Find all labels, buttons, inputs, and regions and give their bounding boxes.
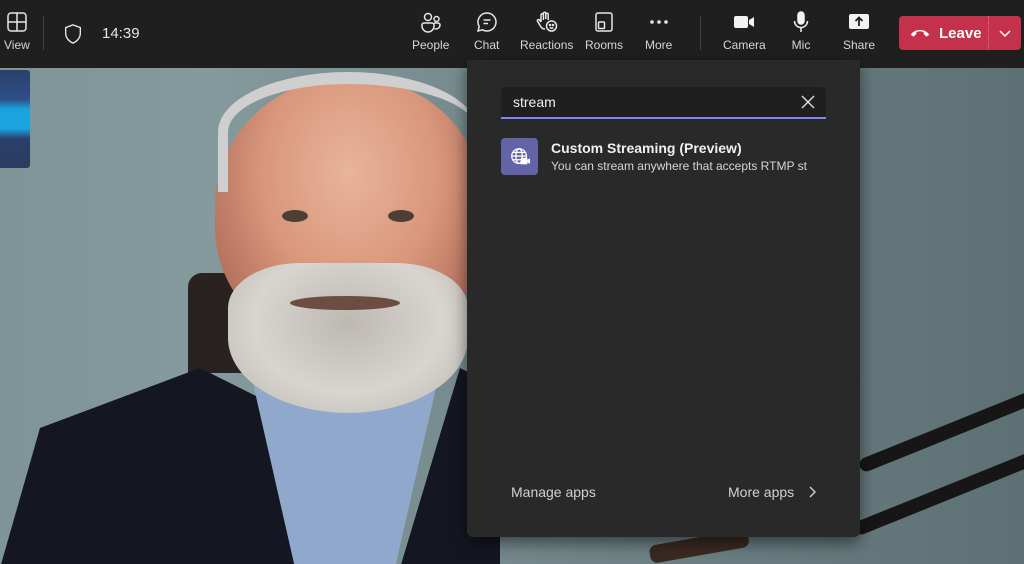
hair xyxy=(218,72,478,192)
view-button[interactable]: View xyxy=(4,10,30,52)
divider xyxy=(700,16,701,50)
wall-poster xyxy=(0,70,30,168)
eye xyxy=(388,210,414,222)
more-apps-label: More apps xyxy=(728,484,795,500)
more-icon xyxy=(649,20,668,24)
more-apps-link[interactable]: More apps xyxy=(728,484,817,500)
camera-label: Camera xyxy=(723,38,766,52)
rooms-button[interactable]: Rooms xyxy=(585,10,623,52)
clear-search-icon[interactable] xyxy=(800,94,816,110)
manage-apps-label: Manage apps xyxy=(511,484,596,500)
apps-search-input[interactable] xyxy=(513,87,783,117)
rooms-label: Rooms xyxy=(585,38,624,52)
beard xyxy=(228,263,468,413)
apps-search-box xyxy=(501,87,826,119)
camera-icon xyxy=(734,16,755,28)
app-result-description: You can stream anywhere that accepts RTM… xyxy=(551,159,807,173)
shield-icon[interactable] xyxy=(62,22,84,46)
view-label: View xyxy=(4,38,30,52)
globe-camera-icon xyxy=(510,147,530,164)
mouth xyxy=(290,296,400,310)
chat-icon xyxy=(476,12,497,33)
grid-view-icon xyxy=(7,12,27,32)
meeting-toolbar: View 14:39 People Chat Reactions Rooms M… xyxy=(0,0,1024,68)
hang-up-icon xyxy=(910,30,930,37)
more-label: More xyxy=(645,38,673,52)
reactions-label: Reactions xyxy=(520,38,574,52)
leave-label: Leave xyxy=(939,24,982,42)
meeting-timer: 14:39 xyxy=(102,25,140,42)
eye xyxy=(282,210,308,222)
share-button[interactable]: Share xyxy=(843,10,875,52)
leave-options-button[interactable] xyxy=(989,28,1021,38)
people-label: People xyxy=(412,38,450,52)
mic-boom-arm xyxy=(857,385,1024,474)
people-button[interactable]: People xyxy=(412,10,449,52)
share-label: Share xyxy=(843,38,876,52)
mic-label: Mic xyxy=(791,38,811,52)
camera-button[interactable]: Camera xyxy=(723,10,766,52)
chat-button[interactable]: Chat xyxy=(474,10,499,52)
mic-icon xyxy=(793,11,809,32)
people-icon xyxy=(420,12,441,33)
manage-apps-link[interactable]: Manage apps xyxy=(511,484,596,500)
chat-label: Chat xyxy=(474,38,500,52)
share-icon xyxy=(849,14,870,29)
mic-button[interactable]: Mic xyxy=(789,10,813,52)
reactions-button[interactable]: Reactions xyxy=(520,10,573,52)
leave-button[interactable]: Leave xyxy=(899,16,989,50)
reactions-icon xyxy=(536,11,557,32)
rooms-icon xyxy=(595,12,613,32)
apps-flyout: Custom Streaming (Preview) You can strea… xyxy=(467,60,860,537)
app-result-item[interactable]: Custom Streaming (Preview) You can strea… xyxy=(501,138,831,178)
divider xyxy=(43,16,44,50)
leave-button-group: Leave xyxy=(899,16,1021,50)
app-result-title: Custom Streaming (Preview) xyxy=(551,140,742,156)
app-icon xyxy=(501,138,538,175)
more-button[interactable]: More xyxy=(645,10,672,52)
chevron-right-icon xyxy=(809,486,817,498)
chevron-down-icon xyxy=(999,30,1011,38)
